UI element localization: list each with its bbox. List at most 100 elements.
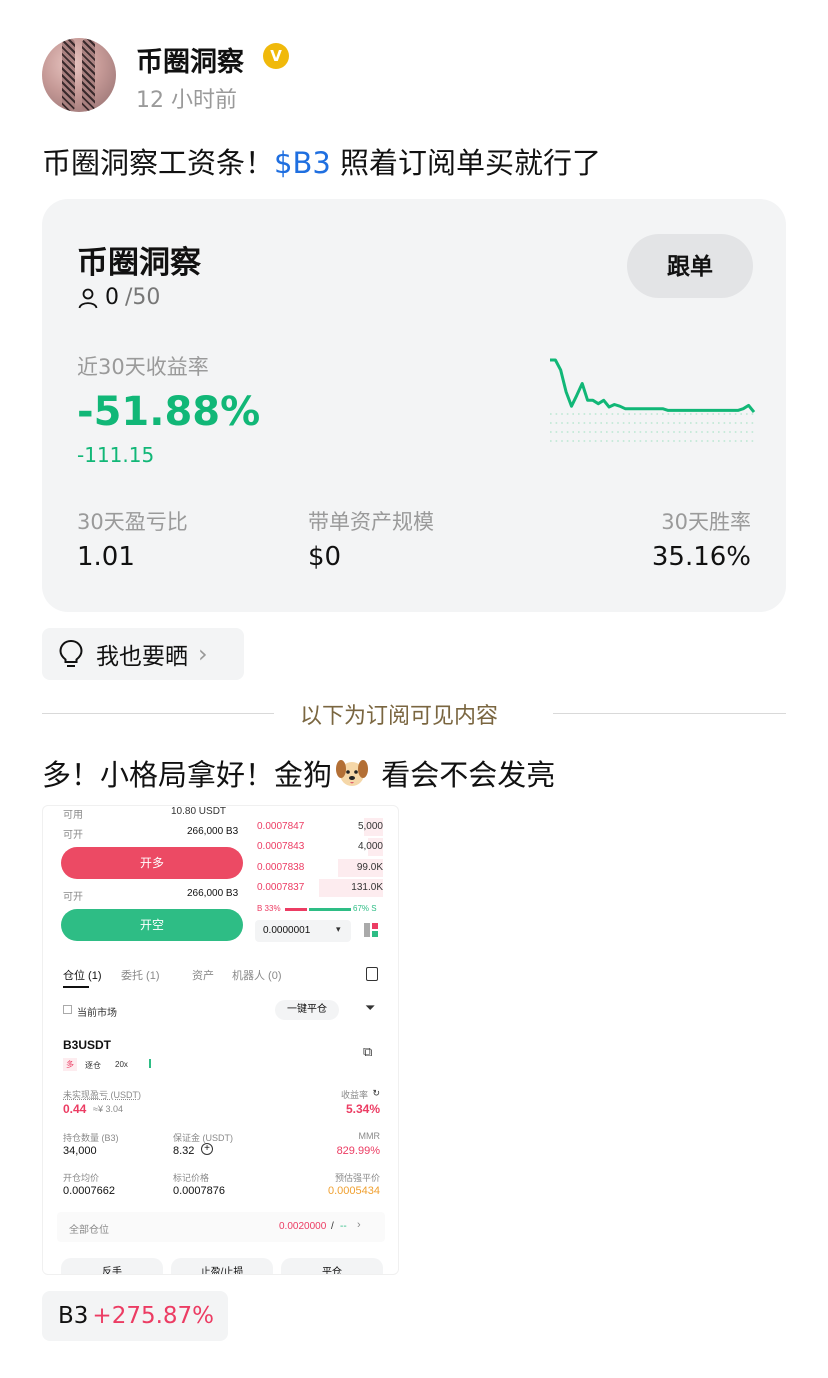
current-market-checkbox[interactable] bbox=[63, 1005, 72, 1014]
verified-badge-icon: V bbox=[263, 43, 289, 69]
chevron-right-icon: › bbox=[198, 640, 208, 668]
position-side-badge: 多 bbox=[63, 1058, 77, 1071]
share-button[interactable]: 我也要晒 › bbox=[42, 628, 244, 680]
open-short-button[interactable]: 开空 bbox=[61, 909, 243, 941]
dog-face-icon bbox=[336, 760, 369, 786]
user-icon bbox=[78, 288, 98, 308]
roi-series-line bbox=[550, 358, 756, 414]
orderbook-row[interactable]: 0.0007843 4,000 bbox=[255, 838, 383, 856]
followers-max: /50 bbox=[125, 285, 161, 310]
position-symbol[interactable]: B3USDT bbox=[63, 1038, 111, 1052]
stat-value-pl-ratio: 1.01 bbox=[77, 542, 135, 572]
ticker-symbol: B3 bbox=[58, 1303, 89, 1329]
tab-orders[interactable]: 委托 (1) bbox=[121, 967, 160, 983]
mark-price-value: 0.0007876 bbox=[173, 1185, 225, 1197]
entry-price-value: 0.0007662 bbox=[63, 1185, 115, 1197]
roe-label: 收益率 bbox=[340, 1090, 368, 1100]
history-icon[interactable] bbox=[366, 967, 378, 981]
entry-price-label: 开仓均价 bbox=[63, 1173, 100, 1183]
copy-trade-button[interactable]: 跟单 bbox=[627, 234, 753, 298]
post-timestamp: 12 小时前 bbox=[136, 88, 237, 113]
available-label: 可用 bbox=[63, 810, 83, 821]
post-text-after: 照着订阅单买就行了 bbox=[330, 146, 602, 180]
position-size-label: 持仓数量 (B3) bbox=[63, 1133, 119, 1143]
orderbook-row[interactable]: 0.0007838 99.0K bbox=[255, 859, 383, 877]
stat-label-pl-ratio: 30天盈亏比 bbox=[77, 510, 188, 534]
orderbook-qty: 99.0K bbox=[356, 862, 383, 873]
add-margin-icon[interactable]: + bbox=[201, 1143, 213, 1155]
chevron-right-icon: › bbox=[357, 1219, 361, 1231]
open-qty-value: 266,000 B3 bbox=[187, 826, 239, 837]
orderbook-qty: 5,000 bbox=[357, 821, 383, 832]
author-name[interactable]: 币圈洞察 bbox=[136, 40, 244, 79]
tp-sl-separator: / bbox=[331, 1221, 334, 1232]
orderbook-qty: 4,000 bbox=[357, 841, 383, 852]
roi-label: 近30天收益率 bbox=[77, 355, 209, 379]
unrealized-pnl-label: 未实现盈亏 (USDT) bbox=[63, 1090, 141, 1100]
liq-price-label: 预估强平价 bbox=[334, 1173, 380, 1183]
tab-assets[interactable]: 资产 bbox=[192, 967, 214, 983]
liq-price-value: 0.0005434 bbox=[328, 1185, 380, 1197]
post-text: 币圈洞察工资条！$B3 照着订阅单买就行了 bbox=[42, 140, 601, 182]
roi-value: -51.88% bbox=[77, 389, 261, 435]
roi-sparkline-chart bbox=[549, 358, 756, 442]
divider-line-right bbox=[553, 713, 786, 714]
share-label: 我也要晒 bbox=[96, 644, 188, 670]
orderbook-price: 0.0007837 bbox=[257, 882, 305, 893]
orderbook-row[interactable]: 0.0007837 131.0K bbox=[255, 879, 383, 897]
ticker-link[interactable]: $B3 bbox=[274, 146, 331, 180]
caret-down-icon: ▾ bbox=[336, 924, 341, 934]
ticker-change-pill[interactable]: B3 +275.87% bbox=[42, 1291, 228, 1341]
followers-count: 0/50 bbox=[77, 285, 160, 310]
post2-text-before: 多！小格局拿好！金狗 bbox=[42, 758, 333, 792]
buy-ratio-label: B 33% bbox=[257, 904, 281, 913]
pnl-value: -111.15 bbox=[77, 443, 155, 467]
margin-label: 保证金 (USDT) bbox=[173, 1133, 233, 1143]
subscriber-only-divider: 以下为订阅可见内容 bbox=[300, 704, 499, 729]
stat-label-win-rate: 30天胜率 bbox=[661, 510, 751, 534]
tab-bots[interactable]: 机器人 (0) bbox=[232, 967, 282, 983]
mmr-value: 829.99% bbox=[336, 1145, 380, 1157]
orderbook-layout-icon[interactable] bbox=[364, 923, 378, 937]
sell-ratio-label: 67% S bbox=[353, 904, 377, 913]
stat-label-aum: 带单资产规模 bbox=[308, 510, 434, 534]
tab-positions[interactable]: 仓位 (1) bbox=[63, 967, 102, 983]
margin-mode-badge: 逐仓 bbox=[85, 1061, 101, 1070]
leverage-indicator bbox=[149, 1059, 151, 1068]
close-all-button[interactable]: 一键平仓 bbox=[275, 1000, 339, 1020]
open-qty-label: 可开 bbox=[63, 830, 83, 841]
lightbulb-icon bbox=[59, 639, 83, 667]
divider-line-left bbox=[42, 713, 274, 714]
avatar[interactable] bbox=[42, 38, 116, 112]
orderbook-price: 0.0007847 bbox=[257, 821, 305, 832]
followers-current: 0 bbox=[105, 285, 119, 310]
filter-icon[interactable]: ⏷ bbox=[365, 1000, 375, 1016]
post2-text-after: 看会不会发亮 bbox=[372, 758, 556, 792]
sell-ratio-bar bbox=[309, 908, 351, 911]
stat-value-aum: $0 bbox=[308, 542, 342, 572]
margin-value: 8.32 bbox=[173, 1145, 195, 1157]
trader-card[interactable]: 币圈洞察 跟单 0/50 近30天收益率 -51.88% -111.15 30天… bbox=[42, 199, 786, 612]
roe-value: 5.34% bbox=[345, 1102, 380, 1116]
orderbook-row[interactable]: 0.0007847 5,000 bbox=[255, 818, 383, 836]
mmr-label: MMR bbox=[358, 1131, 381, 1141]
reverse-button[interactable]: 反手 bbox=[61, 1258, 163, 1274]
leverage-badge[interactable]: 20x bbox=[115, 1060, 128, 1069]
stat-value-win-rate: 35.16% bbox=[651, 542, 751, 572]
trade-screenshot[interactable]: 可用 10.80 USDT 可开 266,000 B3 开多 可开 266,00… bbox=[42, 805, 399, 1275]
buy-ratio-bar bbox=[285, 908, 307, 911]
close-position-button[interactable]: 平仓 bbox=[281, 1258, 383, 1274]
current-market-label: 当前市场 bbox=[77, 1008, 117, 1019]
tick-size-value: 0.0000001 bbox=[263, 925, 311, 936]
tp-sl-button[interactable]: 止盈/止损 bbox=[171, 1258, 273, 1274]
avatar-image-detail bbox=[62, 38, 75, 112]
subscriber-post-text: 多！小格局拿好！金狗 看会不会发亮 bbox=[42, 752, 555, 794]
take-profit-value: 0.0020000 bbox=[279, 1221, 327, 1232]
post-text-before: 币圈洞察工资条！ bbox=[42, 146, 275, 180]
open-long-button[interactable]: 开多 bbox=[61, 847, 243, 879]
refresh-icon[interactable]: ↻ bbox=[372, 1088, 380, 1099]
stop-loss-value: -- bbox=[340, 1221, 347, 1232]
unrealized-pnl-value: 0.44 bbox=[63, 1102, 87, 1116]
all-position-label: 全部仓位 bbox=[69, 1225, 109, 1236]
chart-candles-icon[interactable]: ⧉ bbox=[363, 1044, 372, 1060]
